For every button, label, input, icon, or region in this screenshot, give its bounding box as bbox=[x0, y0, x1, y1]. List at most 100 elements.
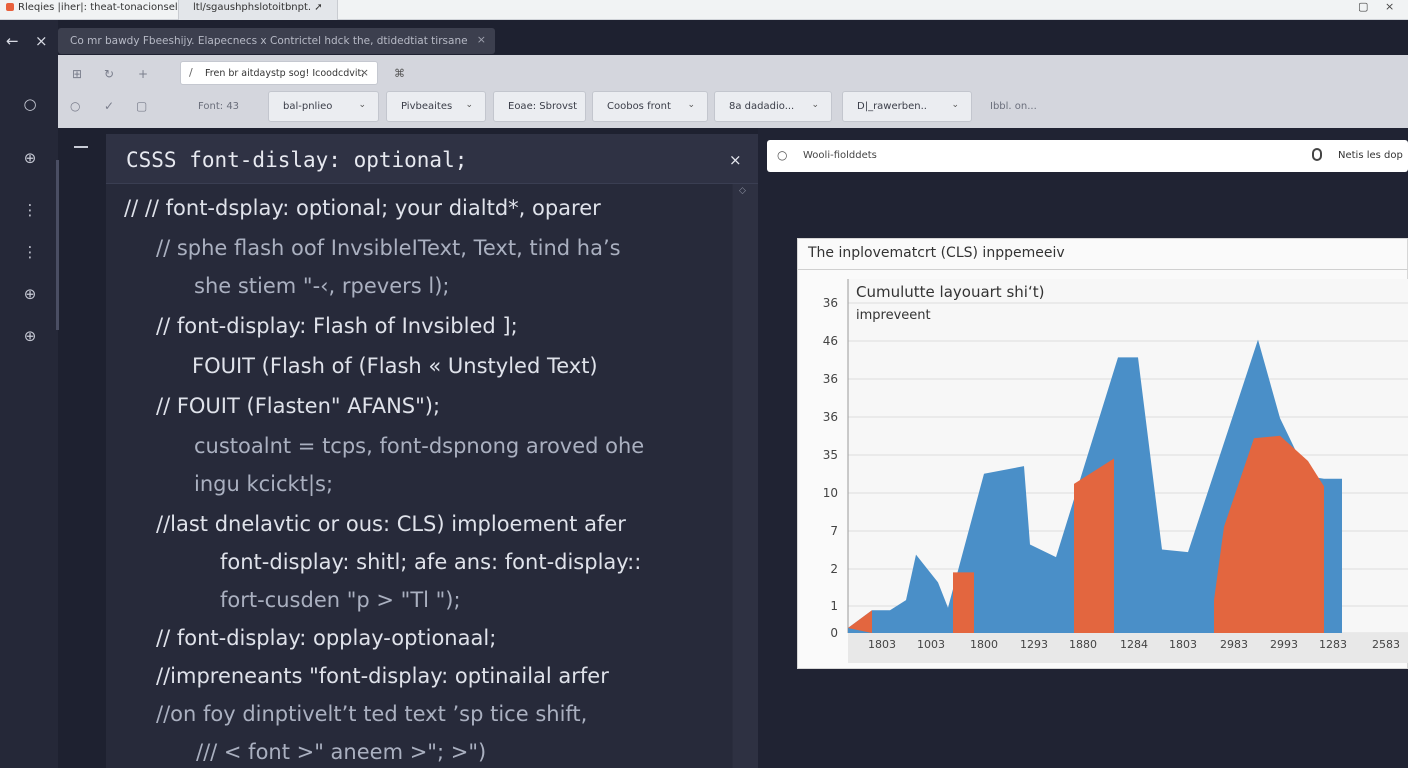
redo-icon[interactable]: ↻ bbox=[104, 67, 114, 81]
dropdown-label: D|_rawerben.. bbox=[857, 101, 927, 112]
chevron-down-icon: ⌄ bbox=[811, 100, 819, 110]
share-icon: ➚ bbox=[314, 2, 323, 13]
restore-window-icon[interactable]: ▢ bbox=[1358, 0, 1368, 13]
code-line[interactable]: //last dnelavtic or ous: CLS) imploement… bbox=[156, 512, 626, 536]
address-text: Co mr bawdy Fbeeshijy. Elapecnecs x Cont… bbox=[70, 35, 468, 47]
search-clear-icon[interactable]: × bbox=[360, 66, 369, 79]
more-vertical-icon[interactable]: ⋮ bbox=[20, 200, 40, 220]
code-line[interactable]: //impreneants "font-display: optinailal … bbox=[156, 664, 609, 688]
chevron-down-icon: ⌄ bbox=[358, 100, 366, 110]
chevron-down-icon: ⌄ bbox=[687, 100, 695, 110]
dropdown-4[interactable]: Coobos front ⌄ bbox=[592, 91, 708, 122]
dropdown-1[interactable]: bal-pnlieo ⌄ bbox=[268, 91, 379, 122]
refresh-icon[interactable]: ○ bbox=[20, 94, 40, 114]
circle-icon[interactable]: ○ bbox=[70, 99, 80, 113]
code-line[interactable]: // sphe flash oof InvsibleIText, Text, t… bbox=[156, 236, 621, 260]
dropdown-6[interactable]: D|_rawerben.. ⌄ bbox=[842, 91, 972, 122]
code-line[interactable]: // FOUIT (Flasten" AFANS"); bbox=[156, 394, 440, 418]
tab-title: ltl/sgaushphslotoitbnpt. bbox=[193, 2, 312, 13]
series-orange-area bbox=[1074, 458, 1114, 633]
search-icon: / bbox=[189, 66, 193, 79]
left-rail: ○ ⊕ ⋮ ⋮ ⊕ ⊕ bbox=[0, 20, 59, 768]
code-editor-panel: CSSS font-dislay: optional; × // // font… bbox=[106, 134, 758, 768]
code-line[interactable]: /// < font >" aneem >"; >") bbox=[196, 740, 486, 764]
search-input[interactable]: / Fren br aitdaystp sog! Icoodcdvit; × bbox=[180, 61, 378, 85]
search-value: Fren br aitdaystp sog! Icoodcdvit; bbox=[205, 68, 365, 79]
address-clear-icon[interactable]: × bbox=[477, 33, 486, 46]
code-line[interactable]: FOUIT (Flash of (Flash « Unstyled Text) bbox=[192, 354, 598, 378]
more-vertical-icon[interactable]: ⋮ bbox=[20, 242, 40, 262]
series-orange-area bbox=[953, 572, 974, 633]
code-line[interactable]: //on foy dinptivelt’t ted text ’sp tice … bbox=[156, 702, 587, 726]
cls-chart: The inplovematcrt (CLS) inppemeeiv 36 46 3… bbox=[797, 238, 1408, 669]
code-line[interactable]: fort-cusden "p > "Tl "); bbox=[220, 588, 461, 612]
tab-title: Rleqies |iher|: theat-tonacionsel bbox=[18, 2, 178, 13]
code-line[interactable]: custoalnt = tcps, font-dspnong aroved oh… bbox=[194, 434, 644, 458]
x-tick-label: 1800 bbox=[970, 638, 998, 651]
x-tick-label: 1880 bbox=[1069, 638, 1097, 651]
x-tick-label: 1003 bbox=[917, 638, 945, 651]
globe-icon[interactable]: ⊕ bbox=[20, 148, 40, 168]
close-icon[interactable]: × bbox=[35, 32, 48, 50]
dropdown-2[interactable]: Pivbeaites ⌄ bbox=[386, 91, 486, 122]
browser-tab-1[interactable]: Rleqies |iher|: theat-tonacionsel bbox=[6, 2, 178, 13]
editor-title: CSSS font-dislay: optional; bbox=[126, 148, 468, 172]
trailing-label: Ibbl. on... bbox=[990, 101, 1037, 112]
x-tick-label: 1803 bbox=[1169, 638, 1197, 651]
favicon-icon bbox=[6, 3, 14, 11]
code-line[interactable]: she stiem "-‹, rpevers l); bbox=[194, 274, 449, 298]
chevron-down-icon: ⌄ bbox=[465, 100, 473, 110]
plus-icon[interactable]: + bbox=[138, 67, 148, 81]
grid-icon[interactable]: ⊞ bbox=[72, 67, 82, 81]
y-tick-label: 36 bbox=[823, 296, 838, 310]
y-tick-label: 36 bbox=[823, 410, 838, 424]
circle-icon: ○ bbox=[777, 148, 788, 162]
dropdown-5[interactable]: 8a dadadio... ⌄ bbox=[714, 91, 832, 122]
y-tick-label: 36 bbox=[823, 372, 838, 386]
chart-annotation: impreveent bbox=[856, 308, 931, 323]
close-window-icon[interactable]: × bbox=[1385, 0, 1394, 13]
code-line[interactable]: // // font-dsplay: optional; your dialtd… bbox=[124, 196, 601, 220]
close-icon[interactable]: × bbox=[729, 151, 742, 169]
code-line[interactable]: // font-display: opplay-optionaal; bbox=[156, 626, 496, 650]
address-bar[interactable]: Co mr bawdy Fbeeshijy. Elapecnecs x Cont… bbox=[58, 28, 495, 54]
x-tick-label: 1283 bbox=[1319, 638, 1347, 651]
y-tick-label: 0 bbox=[830, 626, 838, 640]
target-icon[interactable]: ⊕ bbox=[20, 326, 40, 346]
scroll-marker-icon: ◇ bbox=[739, 186, 746, 196]
dropdown-label: Eoae: Sbrovst bbox=[508, 101, 578, 112]
rail-scrollbar[interactable] bbox=[56, 160, 59, 330]
chevron-down-icon: ⌄ bbox=[951, 100, 959, 110]
preview-input-right-label: Netis les dop bbox=[1338, 150, 1403, 161]
code-line[interactable]: font-display: shitl; afe ans: font-displ… bbox=[220, 550, 641, 574]
code-area[interactable]: // // font-dsplay: optional; your dialtd… bbox=[106, 184, 732, 768]
chart-annotation: Cumulutte layouart shiʻt) bbox=[856, 283, 1044, 301]
target-icon[interactable]: ⊕ bbox=[20, 284, 40, 304]
preview-input-text: Wooli-fiolddets bbox=[803, 150, 877, 161]
toggle-icon[interactable] bbox=[1312, 148, 1322, 161]
dropdown-label: bal-pnlieo bbox=[283, 101, 333, 112]
command-icon[interactable]: ⌘ bbox=[394, 67, 405, 80]
code-line[interactable]: ingu kcickt|s; bbox=[194, 472, 333, 496]
toolbar: ⊞ ↻ + ○ ✓ ▢ / Fren br aitdaystp sog! Ico… bbox=[58, 55, 1408, 128]
back-arrow-icon[interactable]: ← bbox=[6, 32, 19, 50]
square-icon[interactable]: ▢ bbox=[136, 99, 147, 113]
editor-header: CSSS font-dislay: optional; × bbox=[106, 134, 758, 184]
preview-search-input[interactable]: ○ Wooli-fiolddets Netis les dop bbox=[767, 140, 1408, 172]
y-tick-label: 1 bbox=[830, 599, 838, 613]
y-tick-label: 7 bbox=[830, 524, 838, 538]
dropdown-3[interactable]: Eoae: Sbrovst bbox=[493, 91, 586, 122]
check-icon[interactable]: ✓ bbox=[104, 99, 114, 113]
x-tick-label: 2583 bbox=[1372, 638, 1400, 651]
dropdown-label: 8a dadadio... bbox=[729, 101, 795, 112]
y-tick-label: 46 bbox=[823, 334, 838, 348]
font-size-label: Font: 43 bbox=[198, 101, 240, 112]
y-tick-label: 2 bbox=[830, 562, 838, 576]
minimize-icon[interactable] bbox=[74, 146, 88, 148]
x-tick-label: 1284 bbox=[1120, 638, 1148, 651]
code-line[interactable]: // font-display: Flash of Invsibled ]; bbox=[156, 314, 518, 338]
editor-scrollbar[interactable]: ◇ bbox=[733, 184, 758, 768]
x-tick-label: 2993 bbox=[1270, 638, 1298, 651]
dropdown-label: Pivbeaites bbox=[401, 101, 453, 112]
browser-tab-2[interactable]: ltl/sgaushphslotoitbnpt. ➚ bbox=[178, 0, 338, 20]
